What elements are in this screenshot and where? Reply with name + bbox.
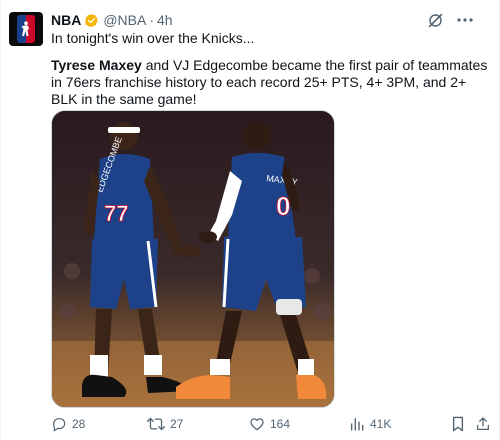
bookmark-icon [452,416,464,432]
tweet-photo[interactable]: EDGECOMBE 77 MAXEY 0 [51,110,335,408]
bookmark-button[interactable] [451,412,465,436]
nba-logo-icon [17,15,35,43]
tweet-header: NBA @NBA · 4h [51,11,173,29]
repost-button[interactable]: 27 [147,412,183,436]
like-count: 164 [270,417,291,431]
grok-icon[interactable] [425,11,445,29]
share-icon [477,417,489,430]
reply-count: 28 [72,417,86,431]
tweet-actions: 28 27 164 41K [51,412,491,436]
views-button[interactable]: 41K [349,412,391,436]
avatar[interactable] [9,12,43,46]
author-name[interactable]: NBA [51,12,81,28]
reply-icon [53,418,66,432]
mention-name: Tyrese Maxey [51,57,142,73]
repost-count: 27 [170,417,184,431]
share-button[interactable] [475,412,491,436]
tweet-card[interactable]: NBA @NBA · 4h In tonight's win over the [0,0,500,440]
tweet-body: Tyrese Maxey and VJ Edgecombe became the… [51,57,491,108]
svg-text:77: 77 [104,201,128,226]
like-button[interactable]: 164 [249,412,290,436]
reply-button[interactable]: 28 [51,412,85,436]
views-icon [351,418,364,431]
view-count: 41K [370,417,392,431]
repost-icon [147,417,165,431]
more-icon[interactable] [455,11,475,29]
players-photo-illustration: EDGECOMBE 77 MAXEY 0 [52,111,334,407]
verified-badge-icon [84,13,99,28]
post-time[interactable]: 4h [157,12,173,28]
separator-dot: · [149,12,155,28]
like-icon [250,418,264,431]
author-handle[interactable]: @NBA [103,12,146,28]
header-actions [425,11,475,29]
tweet-headline: In tonight's win over the Knicks... [51,30,255,46]
